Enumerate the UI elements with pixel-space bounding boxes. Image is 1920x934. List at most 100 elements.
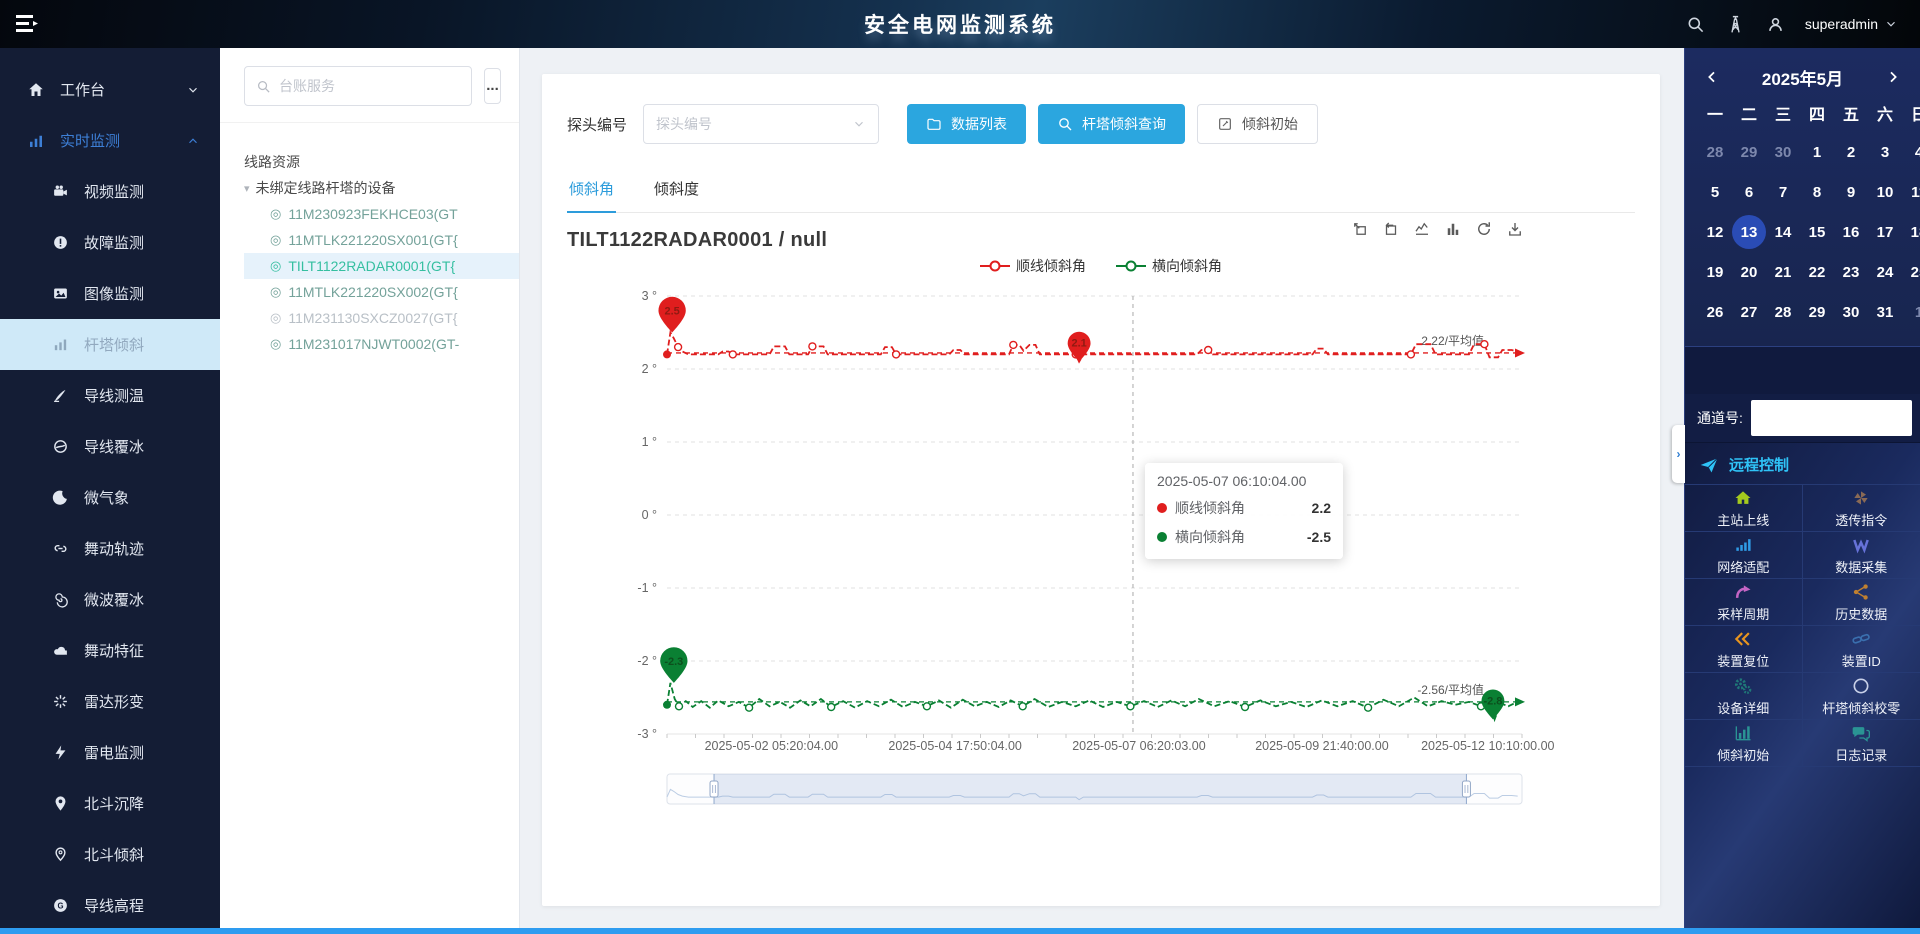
- sidebar-item-1[interactable]: 实时监测: [0, 115, 220, 166]
- calendar-day[interactable]: 30: [1766, 132, 1800, 172]
- sidebar-item-7[interactable]: 导线覆冰: [0, 421, 220, 472]
- remote-item-9[interactable]: 杆塔倾斜校零: [1803, 673, 1920, 720]
- calendar-day[interactable]: 1: [1800, 132, 1834, 172]
- sidebar-item-9[interactable]: 舞动轨迹: [0, 523, 220, 574]
- search-icon[interactable]: [1686, 15, 1705, 34]
- calendar-day[interactable]: 22: [1800, 252, 1834, 292]
- remote-item-10[interactable]: 倾斜初始: [1685, 720, 1803, 767]
- calendar-day[interactable]: 14: [1766, 212, 1800, 252]
- calendar-day[interactable]: 2: [1834, 132, 1868, 172]
- tab-0[interactable]: 倾斜角: [567, 168, 616, 212]
- sidebar-item-15[interactable]: 北斗倾斜: [0, 829, 220, 880]
- bar-chart-icon[interactable]: [1444, 220, 1462, 238]
- probe-select[interactable]: 探头编号: [643, 104, 879, 144]
- user-icon[interactable]: [1766, 15, 1785, 34]
- calendar-day[interactable]: 6: [1732, 172, 1766, 212]
- sidebar-item-6[interactable]: 导线测温: [0, 370, 220, 421]
- sidebar-item-2[interactable]: 视频监测: [0, 166, 220, 217]
- remote-item-1[interactable]: 透传指令: [1803, 485, 1920, 532]
- menu-toggle-icon[interactable]: [14, 13, 40, 35]
- svg-text:0 °: 0 °: [642, 508, 657, 522]
- calendar-day[interactable]: 28: [1698, 132, 1732, 172]
- calendar-day[interactable]: 15: [1800, 212, 1834, 252]
- device-item-3[interactable]: ◎11MTLK221220SX002(GT{: [244, 279, 519, 305]
- calendar-day[interactable]: 9: [1834, 172, 1868, 212]
- device-icon: ◎: [270, 206, 281, 222]
- calendar-day[interactable]: 21: [1766, 252, 1800, 292]
- remote-item-0[interactable]: 主站上线: [1685, 485, 1803, 532]
- calendar-day[interactable]: 25: [1902, 252, 1920, 292]
- calendar-day[interactable]: 19: [1698, 252, 1732, 292]
- remote-item-7[interactable]: 装置ID: [1803, 626, 1920, 673]
- calendar-day[interactable]: 28: [1766, 292, 1800, 332]
- calendar-day[interactable]: 20: [1732, 252, 1766, 292]
- sidebar-item-5[interactable]: 杆塔倾斜: [0, 319, 220, 370]
- sidebar-item-14[interactable]: 北斗沉降: [0, 778, 220, 829]
- calendar-day[interactable]: 10: [1868, 172, 1902, 212]
- calendar-day[interactable]: 1: [1902, 292, 1920, 332]
- restore-icon[interactable]: [1475, 220, 1493, 238]
- sidebar-item-4[interactable]: 图像监测: [0, 268, 220, 319]
- device-item-2[interactable]: ◎TILT1122RADAR0001(GT{: [244, 253, 519, 279]
- zoom-reset-icon[interactable]: [1382, 220, 1400, 238]
- bottom-scroll-strip[interactable]: [0, 928, 1920, 934]
- sidebar-item-0[interactable]: 工作台: [0, 64, 220, 115]
- tilt-query-button[interactable]: 杆塔倾斜查询: [1038, 104, 1185, 144]
- more-button[interactable]: ...: [484, 68, 501, 104]
- calendar-prev-icon[interactable]: [1702, 67, 1722, 87]
- area-zoom-icon[interactable]: [1351, 220, 1369, 238]
- data-list-button[interactable]: 数据列表: [907, 104, 1026, 144]
- calendar-day[interactable]: 18: [1902, 212, 1920, 252]
- remote-item-4[interactable]: 采样周期: [1685, 579, 1803, 626]
- calendar-day[interactable]: 8: [1800, 172, 1834, 212]
- calendar-day[interactable]: 26: [1698, 292, 1732, 332]
- tower-icon[interactable]: [1725, 14, 1746, 35]
- calendar-day[interactable]: 7: [1766, 172, 1800, 212]
- calendar-day[interactable]: 4: [1902, 132, 1920, 172]
- calendar-day[interactable]: 3: [1868, 132, 1902, 172]
- calendar-next-icon[interactable]: [1883, 67, 1903, 87]
- remote-item-5[interactable]: 历史数据: [1803, 579, 1920, 626]
- panel-collapse-handle[interactable]: ›: [1672, 425, 1685, 483]
- remote-item-2[interactable]: 网络适配: [1685, 532, 1803, 579]
- calendar-day[interactable]: 5: [1698, 172, 1732, 212]
- line-chart-icon[interactable]: [1413, 220, 1431, 238]
- legend-item-1[interactable]: 横向倾斜角: [1116, 256, 1222, 276]
- sidebar-item-13[interactable]: 雷电监测: [0, 727, 220, 778]
- download-icon[interactable]: [1506, 220, 1524, 238]
- sidebar-item-3[interactable]: 故障监测: [0, 217, 220, 268]
- sidebar-item-11[interactable]: 舞动特征: [0, 625, 220, 676]
- tree-group[interactable]: ▾ 未绑定线路杆塔的设备: [244, 175, 519, 201]
- user-menu[interactable]: superadmin: [1805, 16, 1898, 32]
- calendar-day[interactable]: 17: [1868, 212, 1902, 252]
- device-item-1[interactable]: ◎11MTLK221220SX001(GT{: [244, 227, 519, 253]
- calendar-day[interactable]: 29: [1732, 132, 1766, 172]
- sidebar-item-16[interactable]: G导线高程: [0, 880, 220, 928]
- calendar-day[interactable]: 30: [1834, 292, 1868, 332]
- tab-1[interactable]: 倾斜度: [652, 168, 701, 212]
- calendar-day[interactable]: 24: [1868, 252, 1902, 292]
- calendar-day[interactable]: 16: [1834, 212, 1868, 252]
- tilt-init-button[interactable]: 倾斜初始: [1197, 104, 1318, 144]
- sidebar-item-8[interactable]: 微气象: [0, 472, 220, 523]
- sidebar-item-10[interactable]: 微波覆冰: [0, 574, 220, 625]
- remote-item-3[interactable]: 数据采集: [1803, 532, 1920, 579]
- calendar-day[interactable]: 31: [1868, 292, 1902, 332]
- device-item-4[interactable]: ◎11M231130SXCZ0027(GT{: [244, 305, 519, 331]
- calendar-day[interactable]: 12: [1698, 212, 1732, 252]
- legend-item-0[interactable]: 顺线倾斜角: [980, 256, 1086, 276]
- calendar-day[interactable]: 29: [1800, 292, 1834, 332]
- remote-item-8[interactable]: 设备详细: [1685, 673, 1803, 720]
- sidebar-item-12[interactable]: 雷达形变: [0, 676, 220, 727]
- calendar-day[interactable]: 27: [1732, 292, 1766, 332]
- calendar-day[interactable]: 23: [1834, 252, 1868, 292]
- remote-item-11[interactable]: 日志记录: [1803, 720, 1920, 767]
- calendar-day-selected[interactable]: 13: [1732, 212, 1766, 252]
- remote-item-6[interactable]: 装置复位: [1685, 626, 1803, 673]
- device-item-5[interactable]: ◎11M231017NJWT0002(GT-: [244, 331, 519, 357]
- channel-input[interactable]: [1751, 400, 1912, 436]
- svg-text:2025-05-04 17:50:04.00: 2025-05-04 17:50:04.00: [888, 739, 1021, 753]
- device-item-0[interactable]: ◎11M230923FEKHCE03(GT: [244, 201, 519, 227]
- ledger-search-input[interactable]: [279, 78, 460, 94]
- calendar-day[interactable]: 11: [1902, 172, 1920, 212]
